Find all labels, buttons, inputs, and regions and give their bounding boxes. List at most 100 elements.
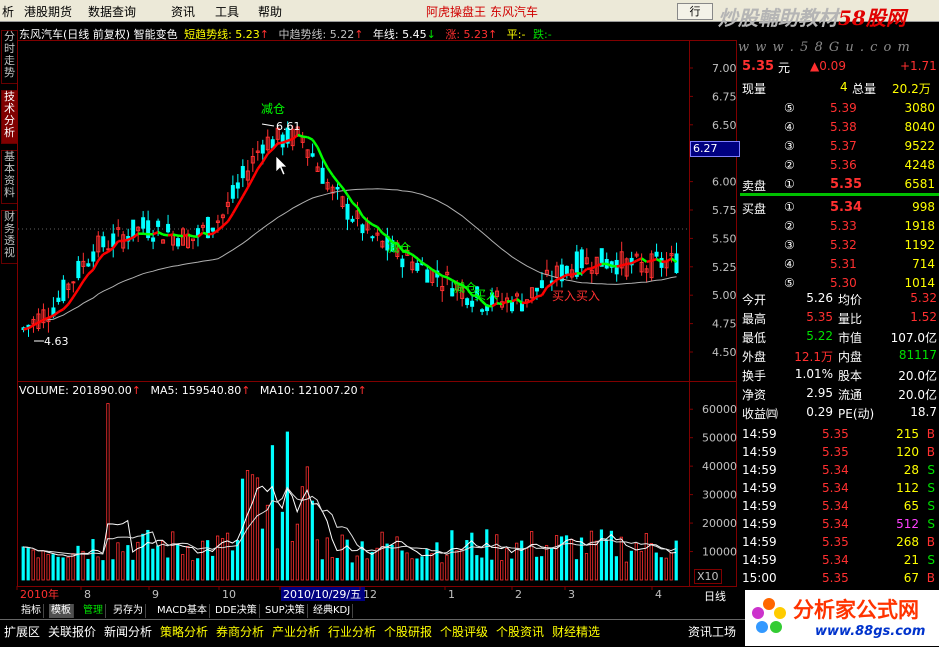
short-trend-segment xyxy=(547,284,552,287)
candle-body xyxy=(241,167,244,178)
candle-body xyxy=(535,288,538,291)
volume-bar xyxy=(436,543,438,580)
tick-time: 14:59 xyxy=(742,427,777,441)
now-vol-label: 现量 xyxy=(742,80,766,97)
bid-price: 5.31 xyxy=(830,257,857,271)
short-trend-segment xyxy=(303,137,308,138)
tick-side: S xyxy=(927,499,935,513)
tick-row: 14:595.35215B xyxy=(740,425,939,443)
candle-body xyxy=(371,237,374,238)
status-item[interactable]: 个股研报 xyxy=(384,623,432,640)
period-label[interactable]: 日线 xyxy=(704,588,726,604)
candle-body xyxy=(675,254,678,273)
short-trend-segment xyxy=(168,235,173,236)
status-item[interactable]: 关联报价 xyxy=(48,623,96,640)
status-item[interactable]: 个股评级 xyxy=(440,623,488,640)
stat-value: 20.0亿 xyxy=(898,386,937,403)
tick-row: 14:595.3465S xyxy=(740,497,939,515)
quote-price-row: 5.35 元 ▲0.09 +1.71 xyxy=(740,57,939,75)
short-trend-segment xyxy=(552,280,557,284)
short-trend-segment xyxy=(88,270,93,275)
stat-label: 股本 xyxy=(838,367,862,384)
status-item[interactable]: 产业分析 xyxy=(272,623,320,640)
stat-label: 外盘 xyxy=(742,348,766,365)
volume-bar xyxy=(87,559,89,580)
candle-body xyxy=(321,168,324,183)
price-axis-label: 5.00 xyxy=(712,289,737,302)
stat-label: 最低 xyxy=(742,329,766,346)
candle-body xyxy=(351,219,354,221)
volume-unit: X10 xyxy=(694,569,722,584)
price-axis-label: 7.00 xyxy=(712,62,737,75)
short-trend-segment xyxy=(258,162,263,169)
bottom-tab[interactable]: 经典KDJ xyxy=(311,604,353,618)
ask-row: ④5.388040 xyxy=(740,118,939,136)
short-trend-segment xyxy=(313,140,318,148)
candle-body xyxy=(77,261,80,277)
volume-bar xyxy=(52,555,54,580)
status-item[interactable]: 新闻分析 xyxy=(104,623,152,640)
signal-label: 减仓 xyxy=(261,102,285,116)
bottom-tab[interactable]: MACD基本 xyxy=(155,604,210,618)
volume-bar xyxy=(371,552,373,580)
status-item[interactable]: 财经精选 xyxy=(552,623,600,640)
status-item[interactable]: 行业分析 xyxy=(328,623,376,640)
bottom-tab[interactable]: 管理 xyxy=(81,604,106,618)
volume-bar xyxy=(22,547,24,580)
bid-label: 买盘 xyxy=(742,200,766,217)
tick-row: 14:595.3421S xyxy=(740,551,939,569)
stat-row: 今开5.26均价5.32 xyxy=(740,289,939,307)
short-trend-segment xyxy=(348,195,353,203)
tick-volume: 67 xyxy=(904,571,919,585)
short-trend-segment xyxy=(143,234,148,235)
ask-volume: 8040 xyxy=(904,120,935,134)
volume-bar xyxy=(441,563,443,580)
volume-bar xyxy=(152,549,154,580)
volume-bar xyxy=(122,552,124,580)
candle-body xyxy=(426,270,429,282)
status-item[interactable]: 策略分析 xyxy=(160,623,208,640)
tick-side: B xyxy=(927,571,935,585)
stat-value: 5.26 xyxy=(806,291,833,305)
bottom-tab[interactable]: DDE决策 xyxy=(213,604,260,618)
status-item[interactable]: 券商分析 xyxy=(216,623,264,640)
tick-side: B xyxy=(927,535,935,549)
volume-ma10-line xyxy=(23,488,676,555)
bottom-tab[interactable]: SUP决策 xyxy=(263,604,308,618)
volume-bar xyxy=(486,530,488,580)
volume-bar xyxy=(311,501,313,580)
volume-ma5-line xyxy=(23,486,676,556)
tick-row: 14:595.35120B xyxy=(740,443,939,461)
status-item[interactable]: 个股资讯 xyxy=(496,623,544,640)
volume-bar xyxy=(276,549,278,580)
ask-level: ⑤ xyxy=(784,101,795,115)
volume-bar xyxy=(221,539,223,580)
volume-bar xyxy=(401,551,403,580)
tick-side: B xyxy=(927,445,935,459)
price-axis-label: 5.75 xyxy=(712,204,737,217)
logo-name: 分析家公式网 xyxy=(793,594,919,624)
candle-body xyxy=(416,263,419,270)
volume-bar xyxy=(461,549,463,580)
short-trend-segment xyxy=(427,266,432,270)
volume-bar xyxy=(102,561,104,580)
price-change-pct: +1.71 xyxy=(900,59,937,73)
status-item[interactable]: 资讯工场 xyxy=(688,623,736,640)
short-trend-segment xyxy=(253,169,258,178)
volume-bar xyxy=(506,549,508,580)
tick-row: 15:005.3567B xyxy=(740,569,939,587)
status-item[interactable]: 扩展区 xyxy=(4,623,40,640)
bottom-tab[interactable]: 模板 xyxy=(49,604,74,618)
bottom-tab[interactable]: 另存为 xyxy=(111,604,146,618)
price-panel-frame xyxy=(18,41,737,382)
volume-bar xyxy=(550,549,552,580)
stat-row: 外盘12.1万内盘81117 xyxy=(740,346,939,364)
short-trend-segment xyxy=(163,235,168,236)
volume-bar xyxy=(321,560,323,580)
ask-price: 5.35 xyxy=(830,177,862,192)
volume-bar xyxy=(426,549,428,580)
stat-value: 81117 xyxy=(899,348,937,362)
tick-row: 14:595.34112S xyxy=(740,479,939,497)
bottom-tab[interactable]: 指标 xyxy=(19,604,44,618)
volume-bar xyxy=(236,540,238,580)
